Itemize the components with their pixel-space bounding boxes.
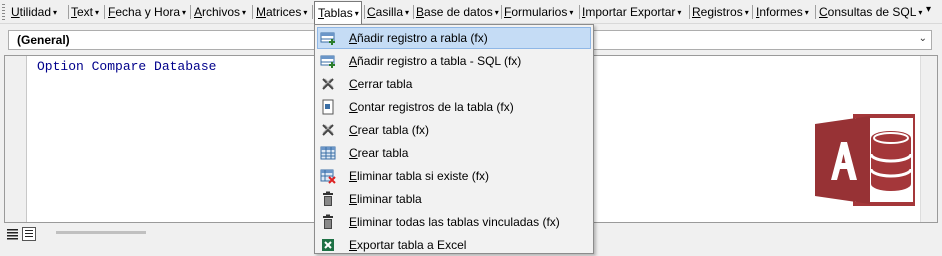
close-x-icon — [322, 78, 334, 90]
toolbar-grip[interactable] — [2, 4, 5, 20]
table-add-icon — [320, 32, 335, 45]
menu-separator — [501, 5, 502, 19]
excel-icon — [322, 239, 334, 251]
full-module-view-icon[interactable] — [22, 227, 36, 241]
menu-text[interactable]: Text ▾ — [71, 0, 99, 24]
dropdown-item-eliminar-tablas-vinculadas[interactable]: Eliminar todas las tablas vinculadas (fx… — [317, 211, 591, 233]
dropdown-item-crear-tabla-fx[interactable]: Crear tabla (fx) — [317, 119, 591, 141]
margin-indicator-bar — [5, 56, 27, 222]
code-line[interactable]: Option Compare Database — [37, 59, 216, 74]
procedure-combo-value: (General) — [17, 33, 70, 47]
menu-fecha-y-hora[interactable]: Fecha y Hora ▾ — [108, 0, 186, 24]
trash-icon — [323, 191, 333, 206]
tablas-dropdown-menu: Añadir registro a rabla (fx) Añadir regi… — [314, 24, 594, 254]
menu-registros[interactable]: Registros ▾ — [692, 0, 749, 24]
menu-separator — [68, 5, 69, 19]
dropdown-item-cerrar-tabla[interactable]: Cerrar tabla — [317, 73, 591, 95]
menu-separator — [364, 5, 365, 19]
menu-separator — [579, 5, 580, 19]
toolbar-overflow-chevron-icon[interactable]: ▾ — [926, 4, 931, 15]
menu-separator — [689, 5, 690, 19]
menu-separator — [252, 5, 253, 19]
dropdown-item-eliminar-tabla-si-existe[interactable]: Eliminar tabla si existe (fx) — [317, 165, 591, 187]
menu-separator — [413, 5, 414, 19]
menu-tablas[interactable]: Tablas ▾ — [314, 1, 362, 25]
horizontal-scrollbar[interactable] — [56, 231, 146, 234]
menu-separator — [312, 5, 313, 19]
trash-icon — [323, 214, 333, 229]
table-add-icon — [320, 55, 335, 68]
vertical-scrollbar[interactable] — [920, 56, 937, 222]
menu-consultas-de-sql[interactable]: Consultas de SQL ▾ — [819, 0, 922, 24]
menu-separator — [190, 5, 191, 19]
dropdown-item-eliminar-tabla[interactable]: Eliminar tabla — [317, 188, 591, 210]
table-grid-icon — [320, 146, 336, 160]
menu-utilidad[interactable]: Utilidad ▾ — [11, 0, 57, 24]
menu-separator — [815, 5, 816, 19]
dropdown-item-crear-tabla[interactable]: Crear tabla — [317, 142, 591, 164]
procedure-view-icon[interactable] — [6, 227, 20, 241]
menu-casilla[interactable]: Casilla ▾ — [367, 0, 409, 24]
menu-matrices[interactable]: Matrices ▾ — [256, 0, 307, 24]
chevron-down-icon[interactable]: ⌄ — [919, 33, 927, 44]
dropdown-item-anadir-registro-a-rabla[interactable]: Añadir registro a rabla (fx) — [317, 27, 591, 49]
menu-archivos[interactable]: Archivos ▾ — [194, 0, 246, 24]
menu-base-de-datos[interactable]: Base de datos ▾ — [416, 0, 499, 24]
table-delete-icon — [320, 169, 336, 184]
menu-informes[interactable]: Informes ▾ — [756, 0, 809, 24]
access-logo-icon — [815, 114, 915, 206]
dropdown-item-contar-registros[interactable]: Contar registros de la tabla (fx) — [317, 96, 591, 118]
menu-formularios[interactable]: Formularios ▾ — [504, 0, 573, 24]
menu-bar: Utilidad ▾ Text ▾ Fecha y Hora ▾ Archivos ▾ … — [0, 0, 942, 25]
menu-separator — [104, 5, 105, 19]
close-x-icon — [322, 124, 334, 136]
dropdown-item-exportar-tabla-excel[interactable]: Exportar tabla a Excel — [317, 234, 591, 256]
dropdown-item-anadir-registro-sql[interactable]: Añadir registro a tabla - SQL (fx) — [317, 50, 591, 72]
menu-importar-exportar[interactable]: Importar Exportar ▾ — [582, 0, 681, 24]
count-records-icon — [322, 99, 334, 115]
menu-separator — [752, 5, 753, 19]
